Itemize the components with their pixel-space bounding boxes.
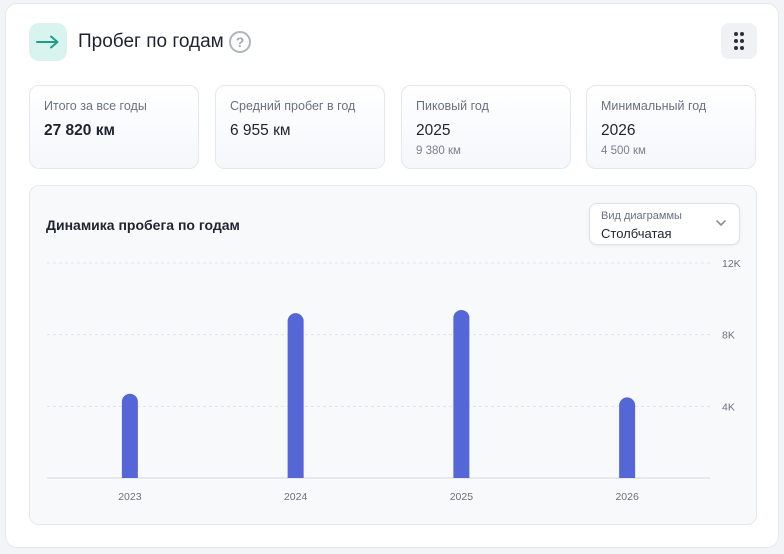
stat-total-label: Итого за все годы <box>44 99 147 113</box>
x-tick-label: 2025 <box>450 491 474 503</box>
stat-peak-sub: 9 380 км <box>416 145 461 157</box>
stat-minimum-sub: 4 500 км <box>601 145 646 157</box>
mileage-card: Пробег по годам ? Итого за все годы 27 8… <box>5 3 779 548</box>
stat-peak: Пиковый год 2025 9 380 км <box>401 85 571 169</box>
card-header: Пробег по годам ? <box>29 23 759 61</box>
bar <box>619 397 636 478</box>
stat-minimum: Минимальный год 2026 4 500 км <box>586 85 756 169</box>
y-tick-label: 12K <box>722 258 741 270</box>
help-icon[interactable]: ? <box>229 31 251 53</box>
arrow-right-icon <box>29 23 67 61</box>
stat-average-label: Средний пробег в год <box>230 99 356 113</box>
stat-average: Средний пробег в год 6 955 км <box>215 85 385 169</box>
y-tick-label: 8K <box>722 330 735 342</box>
x-tick-label: 2024 <box>284 491 308 503</box>
stat-peak-value: 2025 <box>416 122 451 139</box>
chart-panel: Динамика пробега по годам Вид диаграммы … <box>29 185 757 525</box>
bar <box>121 393 138 478</box>
stat-total-value: 27 820 км <box>44 122 115 139</box>
stat-peak-label: Пиковый год <box>416 99 489 113</box>
stat-minimum-value: 2026 <box>601 122 636 139</box>
x-tick-label: 2026 <box>615 491 639 503</box>
stat-average-value: 6 955 км <box>230 122 291 139</box>
bar-chart: 4K 8K 12K 2023 2024 2025 2026 <box>47 258 741 503</box>
stat-minimum-label: Минимальный год <box>601 99 707 113</box>
drag-handle-icon[interactable] <box>721 23 757 59</box>
bar <box>453 309 470 478</box>
x-tick-label: 2023 <box>118 491 142 503</box>
y-tick-label: 4K <box>722 401 735 413</box>
bar <box>287 313 304 478</box>
stat-total: Итого за все годы 27 820 км <box>29 85 199 169</box>
card-title: Пробег по годам <box>78 31 224 52</box>
